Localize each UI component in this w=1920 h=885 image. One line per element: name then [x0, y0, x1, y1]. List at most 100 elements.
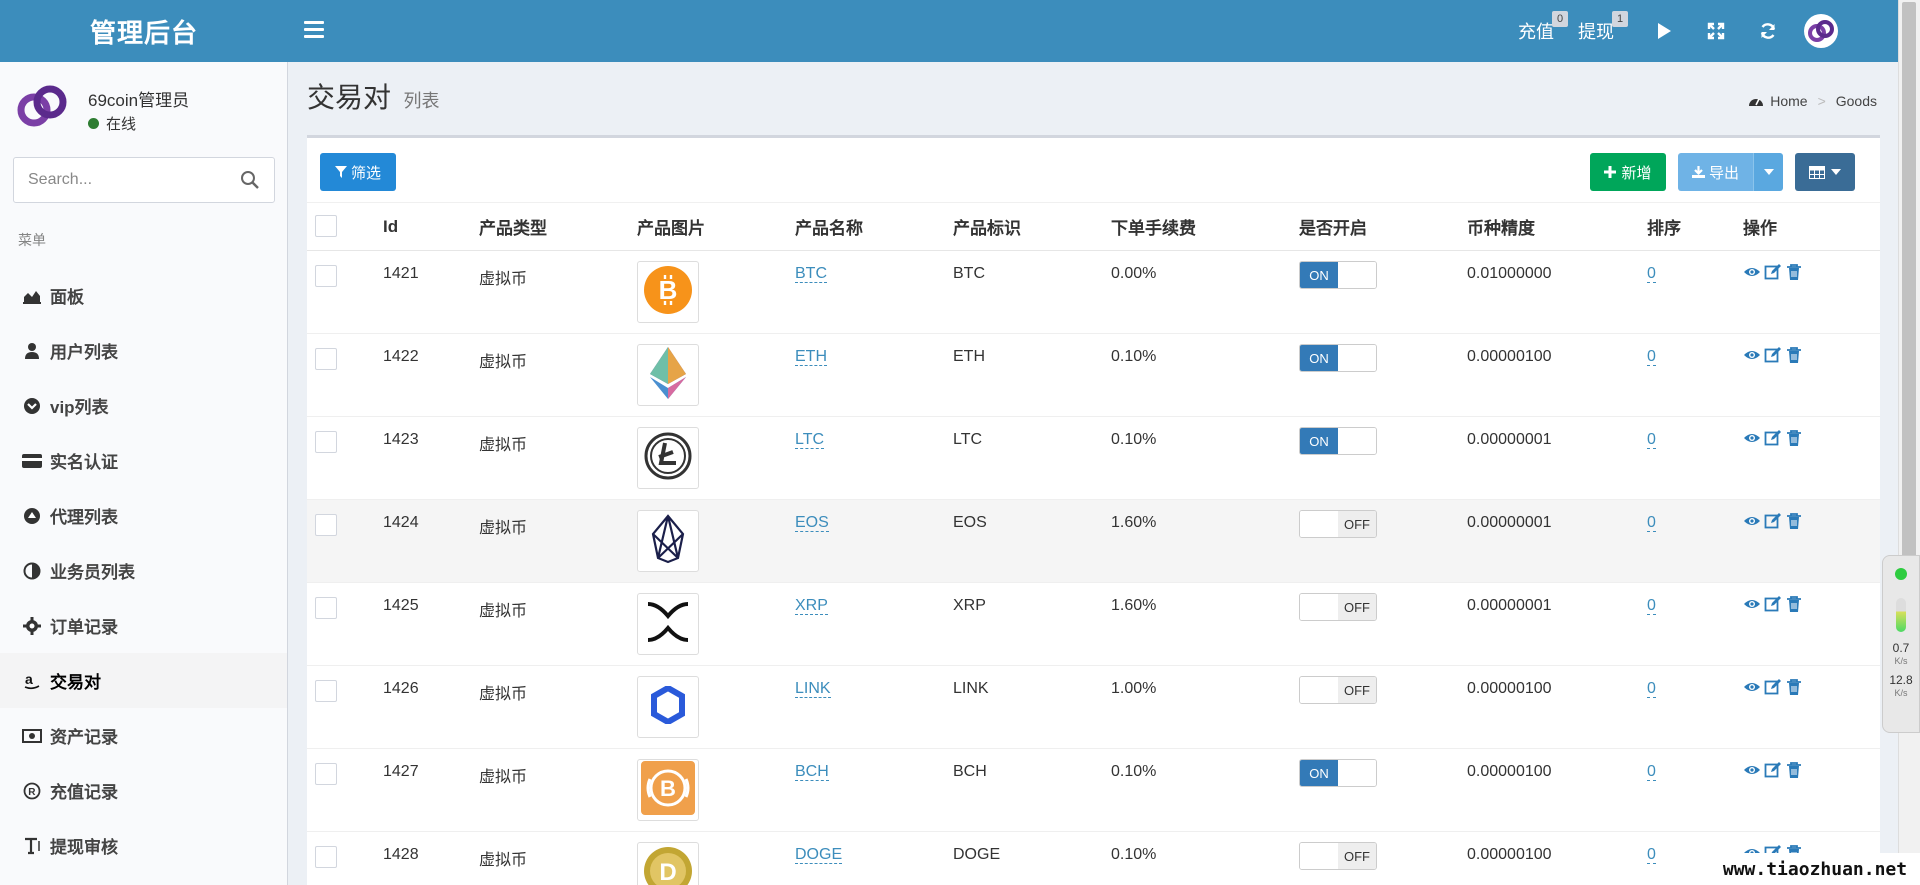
table-row[interactable]: 1428 虚拟币 D DOGE DOGE 0.10% OFF 0.0000010…	[307, 831, 1880, 885]
export-button[interactable]: 导出	[1678, 153, 1753, 191]
col-header-id[interactable]: Id	[383, 202, 479, 251]
row-checkbox[interactable]	[315, 846, 337, 868]
cell-name-editable[interactable]: ETH	[795, 348, 827, 366]
cell-name-editable[interactable]: EOS	[795, 514, 829, 532]
cell-sort-editable[interactable]: 0	[1647, 597, 1656, 615]
cell-sort-editable[interactable]: 0	[1647, 763, 1656, 781]
enabled-switch[interactable]: ON	[1299, 261, 1377, 289]
table-row[interactable]: 1425 虚拟币 XRP XRP 1.60% OFF 0.00000001 0	[307, 582, 1880, 666]
edit-icon[interactable]	[1764, 346, 1782, 364]
edit-icon[interactable]	[1764, 678, 1782, 696]
col-header-enabled[interactable]: 是否开启	[1299, 202, 1467, 251]
sidebar-item-orders[interactable]: 订单记录	[0, 598, 287, 653]
enabled-switch[interactable]: ON	[1299, 427, 1377, 455]
coin-image[interactable]	[637, 344, 699, 406]
row-checkbox[interactable]	[315, 680, 337, 702]
delete-trash-icon[interactable]	[1785, 429, 1803, 447]
cell-sort-editable[interactable]: 0	[1647, 265, 1656, 283]
recharge-notification[interactable]: 充值 0	[1518, 0, 1578, 62]
cell-name-editable[interactable]: LTC	[795, 431, 825, 449]
export-dropdown-toggle[interactable]	[1753, 153, 1783, 191]
enabled-switch[interactable]: OFF	[1299, 842, 1377, 870]
page-scrollbar[interactable]	[1898, 0, 1920, 885]
row-checkbox[interactable]	[315, 431, 337, 453]
col-header-fee[interactable]: 下单手续费	[1111, 202, 1299, 251]
sidebar-item-agents[interactable]: 代理列表	[0, 488, 287, 543]
sidebar-item-trading-pairs[interactable]: a 交易对	[0, 653, 287, 708]
sidebar-item-users[interactable]: 用户列表	[0, 323, 287, 378]
cell-name-editable[interactable]: DOGE	[795, 846, 843, 864]
delete-trash-icon[interactable]	[1785, 512, 1803, 530]
edit-icon[interactable]	[1764, 263, 1782, 281]
cell-sort-editable[interactable]: 0	[1647, 846, 1656, 864]
enabled-switch[interactable]: OFF	[1299, 676, 1377, 704]
edit-icon[interactable]	[1764, 595, 1782, 613]
sidebar-item-withdraw-review[interactable]: 提现审核	[0, 818, 287, 873]
row-checkbox[interactable]	[315, 763, 337, 785]
view-eye-icon[interactable]	[1743, 346, 1761, 364]
play-button[interactable]	[1638, 0, 1690, 62]
delete-trash-icon[interactable]	[1785, 761, 1803, 779]
view-eye-icon[interactable]	[1743, 263, 1761, 281]
edit-icon[interactable]	[1764, 429, 1782, 447]
table-row[interactable]: 1424 虚拟币 EOS EOS 1.60% OFF 0.00000001 0	[307, 499, 1880, 583]
row-checkbox[interactable]	[315, 597, 337, 619]
view-eye-icon[interactable]	[1743, 761, 1761, 779]
cell-sort-editable[interactable]: 0	[1647, 348, 1656, 366]
table-row[interactable]: 1423 虚拟币 LTC LTC 0.10% ON 0.00000001 0	[307, 416, 1880, 500]
table-row[interactable]: 1422 虚拟币 ETH ETH 0.10% ON 0.00000100 0	[307, 333, 1880, 417]
cell-name-editable[interactable]: XRP	[795, 597, 828, 615]
breadcrumb-home[interactable]: Home	[1770, 93, 1807, 109]
delete-trash-icon[interactable]	[1785, 263, 1803, 281]
table-row[interactable]: 1427 虚拟币 B BCH BCH 0.10% ON 0.00000100 0	[307, 748, 1880, 832]
refresh-button[interactable]	[1742, 0, 1794, 62]
coin-image[interactable]	[637, 427, 699, 489]
cell-sort-editable[interactable]: 0	[1647, 514, 1656, 532]
cell-name-editable[interactable]: BCH	[795, 763, 829, 781]
row-checkbox[interactable]	[315, 514, 337, 536]
withdraw-notification[interactable]: 提现 1	[1578, 0, 1638, 62]
columns-toggle-button[interactable]	[1795, 153, 1855, 191]
col-header-symbol[interactable]: 产品标识	[953, 202, 1111, 251]
view-eye-icon[interactable]	[1743, 512, 1761, 530]
delete-trash-icon[interactable]	[1785, 678, 1803, 696]
coin-image[interactable]	[637, 676, 699, 738]
edit-icon[interactable]	[1764, 512, 1782, 530]
col-header-precision[interactable]: 币种精度	[1467, 202, 1647, 251]
filter-button[interactable]: 筛选	[320, 153, 396, 191]
cell-name-editable[interactable]: LINK	[795, 680, 831, 698]
row-checkbox[interactable]	[315, 348, 337, 370]
cell-name-editable[interactable]: BTC	[795, 265, 827, 283]
scrollbar-thumb[interactable]	[1902, 2, 1916, 582]
search-icon[interactable]	[240, 170, 260, 190]
view-eye-icon[interactable]	[1743, 429, 1761, 447]
sidebar-toggle-button[interactable]	[300, 17, 328, 45]
add-button[interactable]: 新增	[1590, 153, 1666, 191]
fullscreen-button[interactable]	[1690, 0, 1742, 62]
select-all-checkbox[interactable]	[315, 215, 337, 237]
delete-trash-icon[interactable]	[1785, 595, 1803, 613]
sidebar-item-verification[interactable]: 实名认证	[0, 433, 287, 488]
edit-icon[interactable]	[1764, 761, 1782, 779]
table-row[interactable]: 1421 虚拟币 B BTC BTC 0.00% ON 0.01000000 0	[307, 250, 1880, 334]
sidebar-item-dashboard[interactable]: 面板	[0, 268, 287, 323]
view-eye-icon[interactable]	[1743, 595, 1761, 613]
coin-image[interactable]: B	[637, 759, 699, 821]
header-avatar[interactable]	[1804, 14, 1838, 48]
enabled-switch[interactable]: OFF	[1299, 593, 1377, 621]
cell-sort-editable[interactable]: 0	[1647, 431, 1656, 449]
col-header-name[interactable]: 产品名称	[795, 202, 953, 251]
search-input[interactable]	[14, 158, 214, 202]
sidebar-item-salesmen[interactable]: 业务员列表	[0, 543, 287, 598]
brand-logo-text[interactable]: 管理后台	[0, 0, 288, 62]
coin-image[interactable]	[637, 510, 699, 572]
delete-trash-icon[interactable]	[1785, 346, 1803, 364]
row-checkbox[interactable]	[315, 265, 337, 287]
network-speed-widget[interactable]: 0.7 K/s 12.8 K/s	[1882, 555, 1920, 733]
sidebar-item-recharges[interactable]: R 充值记录	[0, 763, 287, 818]
cell-sort-editable[interactable]: 0	[1647, 680, 1656, 698]
coin-image[interactable]	[637, 593, 699, 655]
enabled-switch[interactable]: ON	[1299, 759, 1377, 787]
table-row[interactable]: 1426 虚拟币 LINK LINK 1.00% OFF 0.00000100 …	[307, 665, 1880, 749]
sidebar-item-vip[interactable]: vip列表	[0, 378, 287, 433]
